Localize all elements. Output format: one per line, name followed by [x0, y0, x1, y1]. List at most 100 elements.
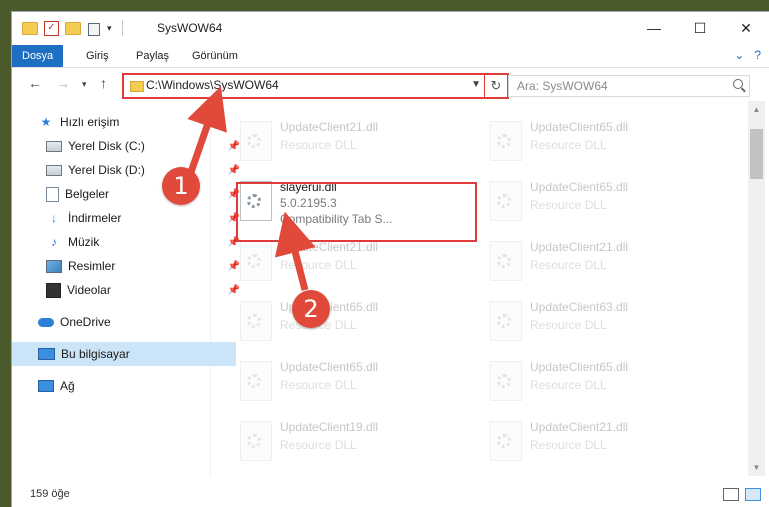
file-type: Resource DLL	[530, 318, 607, 332]
help-icon[interactable]: ?	[754, 48, 761, 62]
computer-icon	[38, 348, 55, 360]
properties-icon[interactable]	[87, 22, 101, 36]
file-type: Resource DLL	[530, 138, 607, 152]
scroll-up-arrow-icon[interactable]: ▲	[748, 101, 765, 118]
sidebar-item-label: İndirmeler	[68, 211, 122, 225]
refresh-icon[interactable]: ↻	[484, 75, 507, 97]
file-type: Resource DLL	[530, 198, 607, 212]
drive-icon	[46, 140, 62, 152]
address-path[interactable]: C:\Windows\SysWOW64	[146, 78, 279, 92]
item-count: 159 öğe	[30, 488, 70, 500]
file-tile[interactable]: UpdateClient21.dll Resource DLL	[236, 236, 476, 292]
file-tile[interactable]: UpdateClient65.dll Resource DLL	[236, 356, 476, 412]
dll-file-icon	[490, 301, 522, 341]
search-input[interactable]: Ara: SysWOW64	[508, 75, 750, 97]
file-name: UpdateClient65.dll	[530, 120, 629, 134]
view-switcher	[723, 488, 761, 501]
sidebar-item-pictures[interactable]: Resimler 📌	[12, 254, 244, 278]
up-arrow-icon[interactable]: ↑	[100, 75, 107, 91]
search-icon[interactable]	[733, 79, 743, 89]
file-type: Resource DLL	[280, 438, 357, 452]
callout-badge-2: 2	[292, 290, 330, 328]
sidebar-item-label: Belgeler	[65, 187, 110, 201]
sidebar-item-network[interactable]: Ağ	[12, 374, 236, 398]
sidebar-item-local-disk-c[interactable]: Yerel Disk (C:) 📌	[12, 134, 244, 158]
details-view-icon[interactable]	[723, 488, 739, 501]
sidebar-item-label: Müzik	[68, 235, 100, 249]
file-tile[interactable]: UpdateClient65.dll Resource DLL	[486, 176, 726, 232]
maximize-button[interactable]: ☐	[677, 12, 723, 44]
status-bar: 159 öğe	[12, 482, 769, 507]
downloads-icon: ↓	[51, 211, 57, 225]
forward-arrow-icon[interactable]: →	[56, 75, 70, 91]
ribbon-tabs: Dosya Giriş Paylaş Görünüm ⌄ ?	[12, 45, 769, 68]
toolbar-divider	[121, 20, 123, 36]
sidebar-item-this-pc[interactable]: Bu bilgisayar	[12, 342, 236, 366]
vertical-scrollbar[interactable]: ▲ ▼	[748, 101, 765, 476]
file-tile[interactable]: UpdateClient21.dll Resource DLL	[486, 236, 726, 292]
sidebar-item-documents[interactable]: Belgeler 📌	[12, 182, 244, 206]
file-name: UpdateClient21.dll	[280, 240, 379, 254]
tab-dosya[interactable]: Dosya	[12, 45, 64, 67]
window-controls: — ☐ ✕	[631, 12, 769, 44]
file-highlight-box	[236, 182, 477, 242]
address-history-chevron-icon[interactable]: ▼	[471, 79, 481, 90]
sidebar-item-label: Resimler	[68, 259, 116, 273]
search-placeholder: Ara: SysWOW64	[517, 79, 608, 93]
file-name: UpdateClient21.dll	[280, 120, 379, 134]
scrollbar-thumb[interactable]	[750, 129, 763, 179]
title-bar: ✓ ▾ SysWOW64 — ☐ ✕	[12, 12, 769, 45]
network-icon	[38, 380, 54, 392]
window-title: SysWOW64	[157, 21, 223, 35]
file-type: Resource DLL	[530, 438, 607, 452]
drive-icon	[46, 164, 62, 176]
back-arrow-icon[interactable]: ←	[28, 75, 42, 91]
file-tile[interactable]: UpdateClient65.dll Resource DLL	[486, 116, 726, 172]
sidebar-item-label: Videolar	[67, 283, 111, 297]
onedrive-icon	[38, 317, 54, 327]
sidebar-item-downloads[interactable]: ↓ İndirmeler 📌	[12, 206, 244, 230]
sidebar-item-music[interactable]: ♪ Müzik 📌	[12, 230, 244, 254]
videos-icon	[46, 282, 61, 298]
sidebar-item-onedrive[interactable]: OneDrive	[12, 310, 236, 334]
dll-file-icon	[240, 241, 272, 281]
callout-badge-1: 1	[162, 167, 200, 205]
ribbon-help-area: ⌄ ?	[734, 48, 761, 62]
navigation-bar: ← → ▾ ↑ C:\Windows\SysWOW64 ▼ ↻ Ara: Sys…	[12, 69, 769, 101]
recent-locations-chevron-icon[interactable]: ▾	[82, 79, 87, 90]
dll-file-icon	[490, 241, 522, 281]
expand-ribbon-chevron-icon[interactable]: ⌄	[734, 48, 744, 62]
dll-file-icon	[240, 301, 272, 341]
tab-gorunum[interactable]: Görünüm	[192, 45, 238, 67]
tiles-view-icon[interactable]	[745, 488, 761, 501]
file-name: UpdateClient65.dll	[530, 360, 629, 374]
file-name: UpdateClient19.dll	[280, 420, 379, 434]
sidebar-item-videos[interactable]: Videolar 📌	[12, 278, 244, 302]
file-tile[interactable]: UpdateClient21.dll Resource DLL	[236, 116, 476, 172]
tab-paylas[interactable]: Paylaş	[136, 45, 169, 67]
properties-check-icon[interactable]: ✓	[44, 20, 59, 36]
sidebar-item-label: Ağ	[60, 379, 75, 393]
sidebar-item-local-disk-d[interactable]: Yerel Disk (D:) 📌	[12, 158, 244, 182]
file-tile[interactable]: UpdateClient65.dll Resource DLL	[486, 356, 726, 412]
minimize-button[interactable]: —	[631, 12, 677, 44]
file-tile[interactable]: UpdateClient63.dll Resource DLL	[486, 296, 726, 352]
file-name: UpdateClient65.dll	[280, 360, 379, 374]
close-button[interactable]: ✕	[723, 12, 769, 44]
scroll-down-arrow-icon[interactable]: ▼	[748, 459, 765, 476]
file-tile[interactable]: UpdateClient21.dll Resource DLL	[486, 416, 726, 472]
sidebar-item-label: Bu bilgisayar	[61, 347, 130, 361]
new-folder-icon[interactable]	[65, 21, 81, 35]
dll-file-icon	[490, 121, 522, 161]
customize-toolbar-chevron-icon[interactable]: ▾	[107, 23, 112, 34]
dll-file-icon	[490, 181, 522, 221]
sidebar-item-quick-access[interactable]: ★ Hızlı erişim	[12, 110, 236, 134]
file-tile[interactable]: UpdateClient65.dll Resource DLL	[236, 296, 476, 352]
file-type: Resource DLL	[530, 258, 607, 272]
address-bar[interactable]: C:\Windows\SysWOW64 ▼ ↻	[122, 73, 509, 99]
file-list: UpdateClient21.dll Resource DLL slayerui…	[211, 110, 748, 476]
sidebar-item-label: Yerel Disk (C:)	[68, 139, 145, 153]
file-tile[interactable]: UpdateClient19.dll Resource DLL	[236, 416, 476, 472]
file-type: Resource DLL	[280, 138, 357, 152]
tab-giris[interactable]: Giriş	[86, 45, 109, 67]
